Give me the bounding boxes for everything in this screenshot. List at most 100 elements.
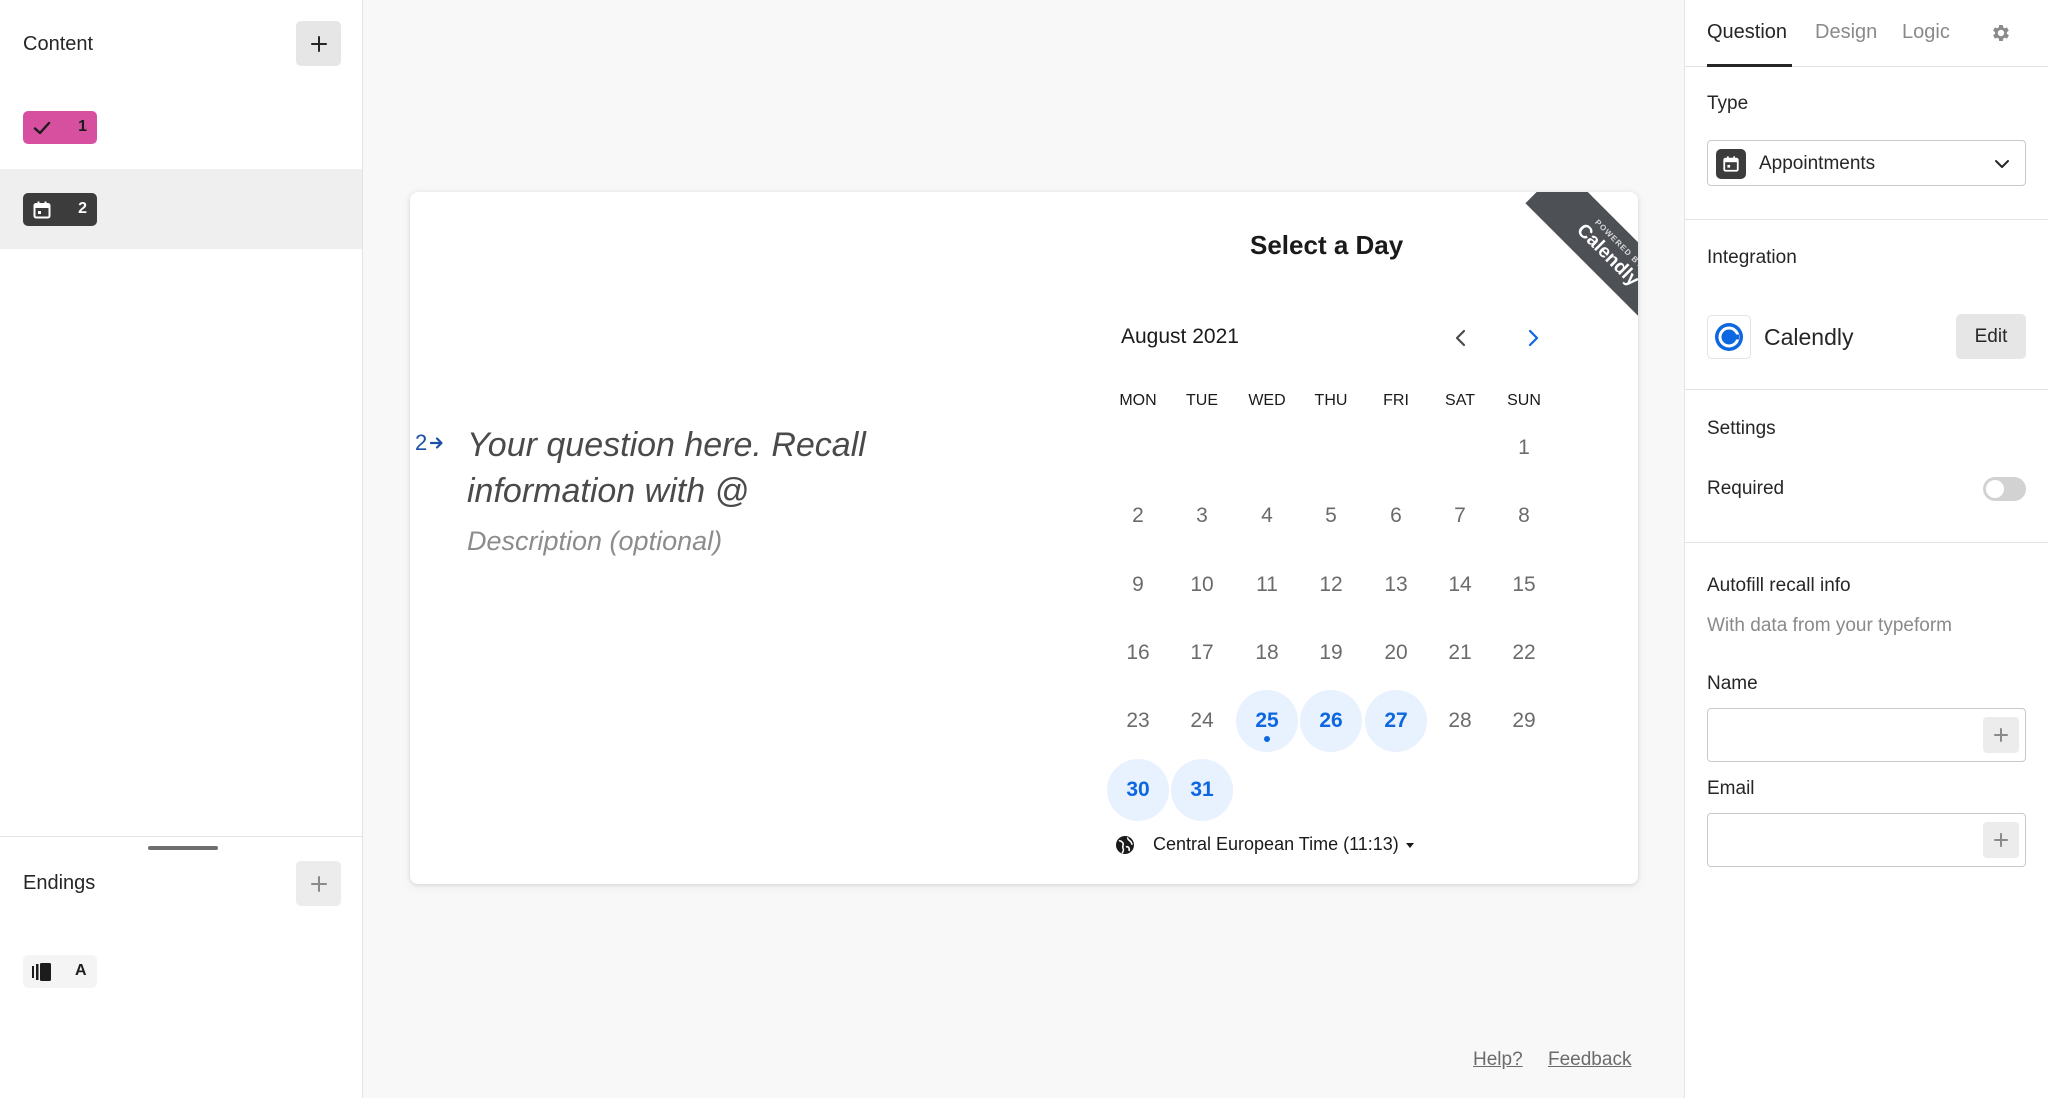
autofill-title: Autofill recall info xyxy=(1707,575,1851,596)
day-number: 25 xyxy=(1255,709,1279,732)
endings-title: Endings xyxy=(23,872,96,894)
calendar-day-available[interactable]: 30 xyxy=(1107,759,1169,821)
checkmark-icon xyxy=(33,121,51,135)
question-badge: 1 xyxy=(23,111,97,144)
weekday-header: MON xyxy=(1119,392,1157,409)
left-sidebar: Content 1 2 Endings A xyxy=(0,0,363,1098)
section-divider xyxy=(1685,389,2048,390)
day-number: 29 xyxy=(1512,709,1536,732)
calendar-day: 22 xyxy=(1493,622,1555,684)
day-number: 19 xyxy=(1319,641,1343,664)
globe-icon xyxy=(1116,835,1134,854)
email-input[interactable] xyxy=(1708,814,1978,866)
autofill-subtitle: With data from your typeform xyxy=(1707,615,1952,636)
calendar-day-available[interactable]: 27 xyxy=(1365,690,1427,752)
email-label: Email xyxy=(1707,778,1755,799)
right-panel: Question Design Logic Type Appointments … xyxy=(1684,0,2048,1098)
required-toggle[interactable] xyxy=(1983,477,2026,501)
timezone-selector[interactable]: Central European Time (11:13) xyxy=(1115,834,1415,855)
chevron-down-icon xyxy=(1995,160,2009,168)
help-link[interactable]: Help? xyxy=(1473,1049,1523,1071)
integration-label: Integration xyxy=(1707,247,1797,268)
question-text-input[interactable]: Your question here. Recall information w… xyxy=(467,422,907,514)
chevron-right-icon xyxy=(1528,329,1539,347)
tab-logic[interactable]: Logic xyxy=(1902,21,1950,44)
settings-label: Settings xyxy=(1707,418,1776,439)
edit-integration-button[interactable]: Edit xyxy=(1956,314,2026,359)
day-number: 5 xyxy=(1325,504,1337,527)
day-number: 1 xyxy=(1518,436,1530,459)
content-title: Content xyxy=(23,33,94,55)
day-number: 3 xyxy=(1196,504,1208,527)
day-number: 18 xyxy=(1255,641,1279,664)
calendar-day: 10 xyxy=(1171,554,1233,616)
day-number: 30 xyxy=(1126,778,1150,801)
question-list-item-1[interactable]: 1 xyxy=(0,89,362,169)
gear-icon[interactable] xyxy=(1990,22,2012,44)
question-number-label: 2 xyxy=(415,430,445,456)
add-email-recall-button[interactable] xyxy=(1983,822,2019,858)
add-name-recall-button[interactable] xyxy=(1983,717,2019,753)
feedback-link[interactable]: Feedback xyxy=(1548,1049,1631,1071)
chevron-left-icon xyxy=(1455,329,1466,347)
calendar-day-available[interactable]: 25 xyxy=(1236,690,1298,752)
question-type-select[interactable]: Appointments xyxy=(1707,140,2026,186)
toggle-knob xyxy=(1986,480,2004,498)
question-number: 1 xyxy=(78,118,87,135)
previous-month-button[interactable] xyxy=(1445,322,1477,354)
section-divider xyxy=(1685,219,2048,220)
day-number: 11 xyxy=(1256,573,1278,596)
calendar-day: 9 xyxy=(1107,554,1169,616)
ending-list-item-a[interactable]: A xyxy=(23,955,97,988)
name-label: Name xyxy=(1707,673,1758,694)
day-number: 8 xyxy=(1518,504,1530,527)
required-label: Required xyxy=(1707,478,1785,499)
name-recall-field xyxy=(1707,708,2026,762)
powered-by-calendly-ribbon: POWERED BY Calendly xyxy=(1508,192,1638,322)
panel-tabs: Question Design Logic xyxy=(1685,0,2048,67)
day-number: 4 xyxy=(1261,504,1273,527)
day-number: 17 xyxy=(1190,641,1214,664)
arrow-right-icon xyxy=(430,437,443,449)
next-month-button[interactable] xyxy=(1517,322,1549,354)
calendar-day: 18 xyxy=(1236,622,1298,684)
calendar-day: 28 xyxy=(1429,690,1491,752)
calendar-day: 29 xyxy=(1493,690,1555,752)
calendar-day: 6 xyxy=(1365,485,1427,547)
plus-icon xyxy=(1994,728,2008,742)
calendar-day: 19 xyxy=(1300,622,1362,684)
day-number: 14 xyxy=(1448,573,1472,596)
add-ending-button[interactable] xyxy=(296,861,341,906)
content-header: Content xyxy=(0,0,362,88)
calendar-day: 14 xyxy=(1429,554,1491,616)
tab-question[interactable]: Question xyxy=(1707,21,1787,44)
day-number: 6 xyxy=(1390,504,1402,527)
add-question-button[interactable] xyxy=(296,21,341,66)
integration-name: Calendly xyxy=(1764,324,1854,350)
day-number: 2 xyxy=(1132,504,1144,527)
day-number: 12 xyxy=(1319,573,1343,596)
calendar-day: 20 xyxy=(1365,622,1427,684)
name-input[interactable] xyxy=(1708,709,1978,761)
day-number: 27 xyxy=(1384,709,1408,732)
day-number: 9 xyxy=(1132,573,1144,596)
ending-letter: A xyxy=(75,962,87,979)
calendar-day: 5 xyxy=(1300,485,1362,547)
question-card: 2 Your question here. Recall information… xyxy=(410,192,1638,884)
weekday-header: SAT xyxy=(1445,392,1475,409)
description-input[interactable]: Description (optional) xyxy=(467,526,722,557)
question-list-item-2[interactable]: 2 xyxy=(0,169,362,249)
endings-section: Endings A xyxy=(0,836,362,1098)
caret-down-icon xyxy=(1405,842,1414,848)
calendar-day-available[interactable]: 26 xyxy=(1300,690,1362,752)
calendar-day: 21 xyxy=(1429,622,1491,684)
plus-icon xyxy=(310,875,327,892)
question-number: 2 xyxy=(78,200,87,217)
weekday-header: THU xyxy=(1314,392,1348,409)
tab-design[interactable]: Design xyxy=(1815,21,1877,44)
calendar-day-available[interactable]: 31 xyxy=(1171,759,1233,821)
timezone-label: Central European Time (11:13) xyxy=(1153,834,1399,854)
calendar-icon xyxy=(1716,149,1746,179)
resize-handle[interactable] xyxy=(148,846,218,850)
weekday-header: WED xyxy=(1248,392,1286,409)
